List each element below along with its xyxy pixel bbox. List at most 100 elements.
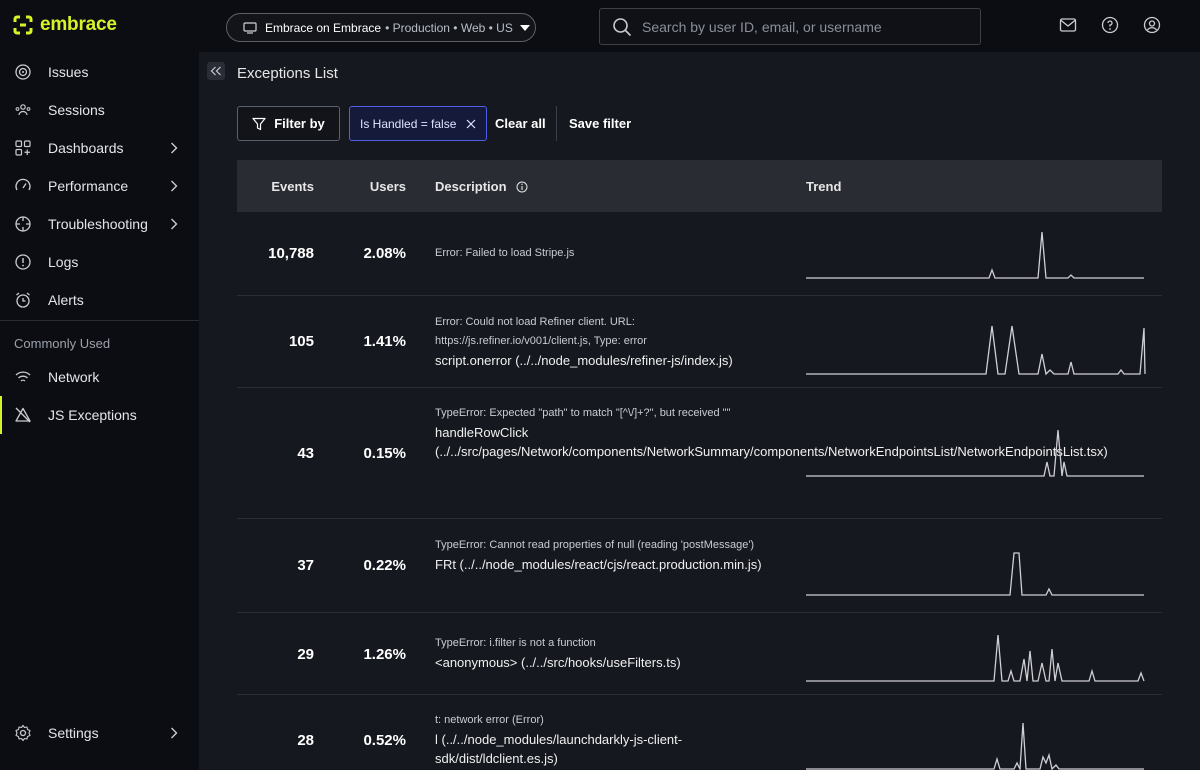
target-icon xyxy=(15,64,31,80)
double-chevron-left-icon xyxy=(210,66,221,76)
exceptions-table: Events Users Description Trend 10,788 2.… xyxy=(237,160,1162,770)
sidebar-item-dashboards[interactable]: Dashboards xyxy=(0,129,199,167)
row-description: t: network error (Error) l (../../node_m… xyxy=(435,711,777,768)
sidebar-item-alerts[interactable]: Alerts xyxy=(0,281,199,319)
brand-name: embrace xyxy=(40,14,117,35)
sidebar-item-label: Issues xyxy=(48,64,89,80)
user-icon[interactable] xyxy=(1143,16,1161,34)
row-trend-sparkline xyxy=(806,717,1146,770)
table-row[interactable]: 37 0.22% TypeError: Cannot read properti… xyxy=(237,519,1162,613)
app-root: embrace Embrace on Embrace • Production … xyxy=(0,0,1200,770)
column-header-trend: Trend xyxy=(806,179,842,194)
row-trend-sparkline xyxy=(806,629,1146,683)
row-error-message: TypeError: i.filter is not a function xyxy=(435,637,596,649)
row-error-message: Error: Could not load Refiner client. UR… xyxy=(435,316,647,347)
active-filter-chip[interactable]: Is Handled = false xyxy=(349,106,487,141)
row-events: 10,788 xyxy=(268,245,314,262)
row-description: TypeError: Expected "path" to match "[^\… xyxy=(435,404,1108,461)
help-icon[interactable] xyxy=(1101,16,1119,34)
column-header-events[interactable]: Events xyxy=(271,179,314,194)
table-row[interactable]: 29 1.26% TypeError: i.filter is not a fu… xyxy=(237,613,1162,695)
row-events: 37 xyxy=(297,557,314,574)
row-error-location: script.onerror (../../node_modules/refin… xyxy=(435,353,733,368)
search-box[interactable] xyxy=(599,8,981,45)
toolbar-divider xyxy=(556,106,557,141)
sidebar-item-js-exceptions[interactable]: JS Exceptions xyxy=(0,396,199,434)
search-input[interactable] xyxy=(642,18,962,35)
table-row[interactable]: 10,788 2.08% Error: Failed to load Strip… xyxy=(237,212,1162,296)
table-header: Events Users Description Trend xyxy=(237,160,1162,212)
crosshair-icon xyxy=(15,216,31,232)
dashboard-icon xyxy=(15,140,31,156)
sidebar: Issues Sessions Dashboards Performance T… xyxy=(0,52,199,770)
table-row[interactable]: 43 0.15% TypeError: Expected "path" to m… xyxy=(237,388,1162,519)
row-error-message: t: network error (Error) xyxy=(435,714,544,726)
sidebar-item-network[interactable]: Network xyxy=(0,358,199,396)
row-description: TypeError: Cannot read properties of nul… xyxy=(435,536,777,574)
sidebar-item-performance[interactable]: Performance xyxy=(0,167,199,205)
chevron-right-icon xyxy=(171,142,178,154)
table-row[interactable]: 28 0.52% t: network error (Error) l (../… xyxy=(237,695,1162,770)
row-users: 1.26% xyxy=(363,646,406,663)
top-bar: embrace Embrace on Embrace • Production … xyxy=(0,0,1200,52)
wifi-icon xyxy=(15,371,31,382)
sidebar-item-label: Network xyxy=(48,369,100,385)
sidebar-item-label: Settings xyxy=(48,725,99,741)
column-header-description: Description xyxy=(435,179,528,194)
page-title: Exceptions List xyxy=(237,65,338,82)
clear-all-button[interactable]: Clear all xyxy=(495,116,546,131)
environment-meta: • Production • Web • US xyxy=(385,20,513,35)
row-error-message: TypeError: Expected "path" to match "[^\… xyxy=(435,407,731,419)
row-error-location: FRt (../../node_modules/react/cjs/react.… xyxy=(435,557,762,572)
row-error-message: TypeError: Cannot read properties of nul… xyxy=(435,539,755,551)
sidebar-item-label: Logs xyxy=(48,254,79,270)
sidebar-item-label: Alerts xyxy=(48,292,84,308)
row-trend-sparkline xyxy=(806,545,1146,597)
sidebar-section-title: Commonly Used xyxy=(14,336,111,351)
active-filter-label: Is Handled = false xyxy=(360,116,457,131)
chevron-right-icon xyxy=(171,727,178,739)
sidebar-item-label: JS Exceptions xyxy=(48,407,137,423)
caret-down-icon xyxy=(519,24,530,31)
sidebar-item-sessions[interactable]: Sessions xyxy=(0,91,199,129)
sidebar-item-logs[interactable]: Logs xyxy=(0,243,199,281)
info-icon[interactable] xyxy=(516,181,528,193)
row-description: Error: Failed to load Stripe.js xyxy=(435,244,777,263)
top-actions xyxy=(1059,16,1161,34)
row-users: 0.52% xyxy=(363,732,406,749)
row-events: 29 xyxy=(297,646,314,663)
sidebar-item-label: Troubleshooting xyxy=(48,216,148,232)
row-trend-sparkline xyxy=(806,228,1146,280)
table-row[interactable]: 105 1.41% Error: Could not load Refiner … xyxy=(237,296,1162,388)
brand-logo[interactable]: embrace xyxy=(12,14,117,36)
sidebar-item-label: Sessions xyxy=(48,102,105,118)
column-header-users[interactable]: Users xyxy=(370,179,406,194)
main-content: Exceptions List Filter by Is Handled = f… xyxy=(199,52,1200,770)
environment-selector[interactable]: Embrace on Embrace • Production • Web • … xyxy=(226,13,536,42)
row-users: 2.08% xyxy=(363,245,406,262)
chevron-right-icon xyxy=(171,180,178,192)
row-users: 0.15% xyxy=(363,445,406,462)
alert-circle-icon xyxy=(15,254,31,270)
sidebar-item-issues[interactable]: Issues xyxy=(0,53,199,91)
row-users: 1.41% xyxy=(363,333,406,350)
inbox-icon[interactable] xyxy=(1059,16,1077,34)
sidebar-divider xyxy=(0,320,199,321)
row-error-location: handleRowClick (../../src/pages/Network/… xyxy=(435,425,1108,459)
row-users: 0.22% xyxy=(363,557,406,574)
search-icon xyxy=(613,17,632,36)
gear-icon xyxy=(15,724,31,742)
close-icon[interactable] xyxy=(466,119,476,129)
column-header-description-label: Description xyxy=(435,179,507,194)
save-filter-button[interactable]: Save filter xyxy=(569,116,631,131)
sidebar-item-settings[interactable]: Settings xyxy=(0,714,199,752)
collapse-sidebar-button[interactable] xyxy=(207,62,225,80)
row-events: 105 xyxy=(288,333,314,350)
row-events: 43 xyxy=(297,445,314,462)
embrace-logo-icon xyxy=(13,15,33,35)
row-description: TypeError: i.filter is not a function <a… xyxy=(435,634,777,672)
alarm-icon xyxy=(16,292,30,308)
filter-by-button[interactable]: Filter by xyxy=(237,106,340,141)
sidebar-item-troubleshooting[interactable]: Troubleshooting xyxy=(0,205,199,243)
gauge-icon xyxy=(15,178,31,191)
